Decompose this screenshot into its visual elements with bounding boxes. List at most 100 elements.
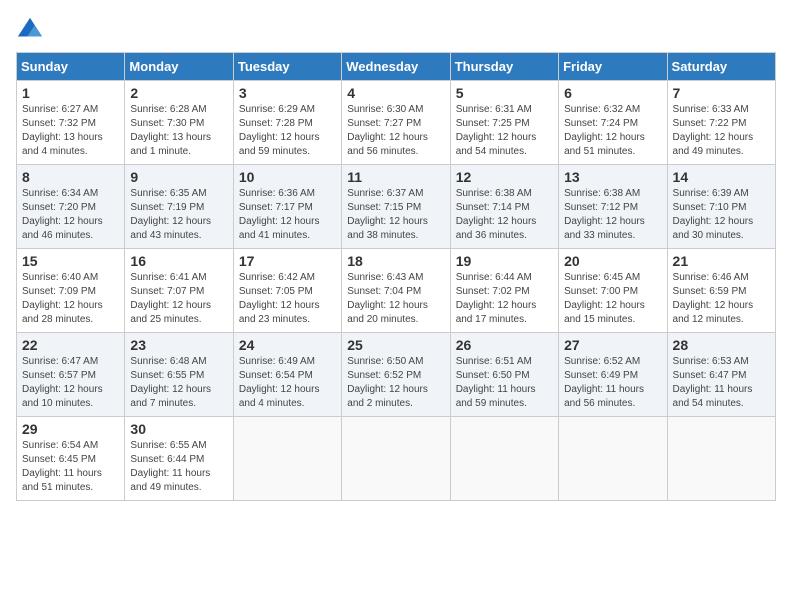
cell-info: Sunrise: 6:40 AMSunset: 7:09 PMDaylight:…	[22, 271, 119, 327]
day-number: 8	[22, 169, 119, 185]
cell-info: Sunrise: 6:50 AMSunset: 6:52 PMDaylight:…	[347, 355, 444, 411]
day-number: 17	[239, 253, 336, 269]
day-number: 18	[347, 253, 444, 269]
calendar-cell: 27 Sunrise: 6:52 AMSunset: 6:49 PMDayligh…	[559, 333, 667, 417]
cell-info: Sunrise: 6:46 AMSunset: 6:59 PMDaylight:…	[673, 271, 770, 327]
day-number: 23	[130, 337, 227, 353]
calendar-cell: 29Sunrise: 6:54 AMSunset: 6:45 PMDayligh…	[17, 417, 125, 501]
calendar-cell: 9 Sunrise: 6:35 AMSunset: 7:19 PMDaylight…	[125, 165, 233, 249]
calendar-cell: 14 Sunrise: 6:39 AMSunset: 7:10 PMDayligh…	[667, 165, 775, 249]
day-number: 4	[347, 85, 444, 101]
cell-info: Sunrise: 6:42 AMSunset: 7:05 PMDaylight:…	[239, 271, 336, 327]
day-number: 25	[347, 337, 444, 353]
calendar-cell: 2 Sunrise: 6:28 AMSunset: 7:30 PMDaylight…	[125, 81, 233, 165]
cell-info: Sunrise: 6:38 AMSunset: 7:12 PMDaylight:…	[564, 187, 661, 243]
day-number: 12	[456, 169, 553, 185]
day-header-sunday: Sunday	[17, 53, 125, 81]
day-number: 10	[239, 169, 336, 185]
cell-info: Sunrise: 6:31 AMSunset: 7:25 PMDaylight:…	[456, 103, 553, 159]
calendar-cell: 3 Sunrise: 6:29 AMSunset: 7:28 PMDaylight…	[233, 81, 341, 165]
day-number: 6	[564, 85, 661, 101]
calendar-cell: 19 Sunrise: 6:44 AMSunset: 7:02 PMDayligh…	[450, 249, 558, 333]
day-number: 20	[564, 253, 661, 269]
cell-info: Sunrise: 6:29 AMSunset: 7:28 PMDaylight:…	[239, 103, 336, 159]
day-number: 26	[456, 337, 553, 353]
cell-info: Sunrise: 6:55 AMSunset: 6:44 PMDaylight:…	[130, 439, 227, 495]
day-header-friday: Friday	[559, 53, 667, 81]
calendar-cell: 25 Sunrise: 6:50 AMSunset: 6:52 PMDayligh…	[342, 333, 450, 417]
day-number: 24	[239, 337, 336, 353]
calendar-cell: 22 Sunrise: 6:47 AMSunset: 6:57 PMDayligh…	[17, 333, 125, 417]
calendar-cell: 7 Sunrise: 6:33 AMSunset: 7:22 PMDaylight…	[667, 81, 775, 165]
day-number: 28	[673, 337, 770, 353]
cell-info: Sunrise: 6:32 AMSunset: 7:24 PMDaylight:…	[564, 103, 661, 159]
day-number: 15	[22, 253, 119, 269]
cell-info: Sunrise: 6:45 AMSunset: 7:00 PMDaylight:…	[564, 271, 661, 327]
calendar-cell: 5 Sunrise: 6:31 AMSunset: 7:25 PMDaylight…	[450, 81, 558, 165]
day-number: 21	[673, 253, 770, 269]
cell-info: Sunrise: 6:34 AMSunset: 7:20 PMDaylight:…	[22, 187, 119, 243]
calendar-cell: 23Sunrise: 6:48 AMSunset: 6:55 PMDayligh…	[125, 333, 233, 417]
day-number: 22	[22, 337, 119, 353]
cell-info: Sunrise: 6:53 AMSunset: 6:47 PMDaylight:…	[673, 355, 770, 411]
day-number: 3	[239, 85, 336, 101]
calendar-cell	[559, 417, 667, 501]
logo-icon	[16, 16, 44, 44]
calendar-cell: 16 Sunrise: 6:41 AMSunset: 7:07 PMDayligh…	[125, 249, 233, 333]
day-number: 27	[564, 337, 661, 353]
page-header	[16, 16, 776, 44]
cell-info: Sunrise: 6:33 AMSunset: 7:22 PMDaylight:…	[673, 103, 770, 159]
cell-info: Sunrise: 6:27 AMSunset: 7:32 PMDaylight:…	[22, 103, 119, 159]
calendar-cell	[342, 417, 450, 501]
calendar-cell	[233, 417, 341, 501]
calendar-cell	[450, 417, 558, 501]
calendar-cell: 1 Sunrise: 6:27 AMSunset: 7:32 PMDaylight…	[17, 81, 125, 165]
calendar-cell: 10 Sunrise: 6:36 AMSunset: 7:17 PMDayligh…	[233, 165, 341, 249]
day-number: 1	[22, 85, 119, 101]
calendar-week-row: 15 Sunrise: 6:40 AMSunset: 7:09 PMDayligh…	[17, 249, 776, 333]
day-header-wednesday: Wednesday	[342, 53, 450, 81]
cell-info: Sunrise: 6:54 AMSunset: 6:45 PMDaylight:…	[22, 439, 119, 495]
cell-info: Sunrise: 6:41 AMSunset: 7:07 PMDaylight:…	[130, 271, 227, 327]
day-header-thursday: Thursday	[450, 53, 558, 81]
day-number: 2	[130, 85, 227, 101]
cell-info: Sunrise: 6:37 AMSunset: 7:15 PMDaylight:…	[347, 187, 444, 243]
calendar-week-row: 1 Sunrise: 6:27 AMSunset: 7:32 PMDaylight…	[17, 81, 776, 165]
cell-info: Sunrise: 6:35 AMSunset: 7:19 PMDaylight:…	[130, 187, 227, 243]
day-number: 30	[130, 421, 227, 437]
calendar-cell: 20 Sunrise: 6:45 AMSunset: 7:00 PMDayligh…	[559, 249, 667, 333]
cell-info: Sunrise: 6:49 AMSunset: 6:54 PMDaylight:…	[239, 355, 336, 411]
calendar-cell: 13 Sunrise: 6:38 AMSunset: 7:12 PMDayligh…	[559, 165, 667, 249]
calendar-cell: 21 Sunrise: 6:46 AMSunset: 6:59 PMDayligh…	[667, 249, 775, 333]
calendar-week-row: 29Sunrise: 6:54 AMSunset: 6:45 PMDayligh…	[17, 417, 776, 501]
calendar-week-row: 22 Sunrise: 6:47 AMSunset: 6:57 PMDayligh…	[17, 333, 776, 417]
day-number: 11	[347, 169, 444, 185]
day-number: 5	[456, 85, 553, 101]
day-number: 7	[673, 85, 770, 101]
calendar-cell: 11 Sunrise: 6:37 AMSunset: 7:15 PMDayligh…	[342, 165, 450, 249]
day-number: 19	[456, 253, 553, 269]
day-number: 16	[130, 253, 227, 269]
cell-info: Sunrise: 6:39 AMSunset: 7:10 PMDaylight:…	[673, 187, 770, 243]
day-number: 9	[130, 169, 227, 185]
day-number: 14	[673, 169, 770, 185]
day-number: 13	[564, 169, 661, 185]
calendar-cell: 12 Sunrise: 6:38 AMSunset: 7:14 PMDayligh…	[450, 165, 558, 249]
cell-info: Sunrise: 6:36 AMSunset: 7:17 PMDaylight:…	[239, 187, 336, 243]
cell-info: Sunrise: 6:51 AMSunset: 6:50 PMDaylight:…	[456, 355, 553, 411]
cell-info: Sunrise: 6:28 AMSunset: 7:30 PMDaylight:…	[130, 103, 227, 159]
cell-info: Sunrise: 6:52 AMSunset: 6:49 PMDaylight:…	[564, 355, 661, 411]
calendar-cell: 6 Sunrise: 6:32 AMSunset: 7:24 PMDaylight…	[559, 81, 667, 165]
day-header-monday: Monday	[125, 53, 233, 81]
calendar-header-row: SundayMondayTuesdayWednesdayThursdayFrid…	[17, 53, 776, 81]
calendar-cell: 18Sunrise: 6:43 AMSunset: 7:04 PMDayligh…	[342, 249, 450, 333]
cell-info: Sunrise: 6:44 AMSunset: 7:02 PMDaylight:…	[456, 271, 553, 327]
calendar-cell: 28 Sunrise: 6:53 AMSunset: 6:47 PMDayligh…	[667, 333, 775, 417]
calendar-cell: 15 Sunrise: 6:40 AMSunset: 7:09 PMDayligh…	[17, 249, 125, 333]
cell-info: Sunrise: 6:47 AMSunset: 6:57 PMDaylight:…	[22, 355, 119, 411]
calendar-table: SundayMondayTuesdayWednesdayThursdayFrid…	[16, 52, 776, 501]
calendar-cell: 8 Sunrise: 6:34 AMSunset: 7:20 PMDaylight…	[17, 165, 125, 249]
cell-info: Sunrise: 6:30 AMSunset: 7:27 PMDaylight:…	[347, 103, 444, 159]
cell-info: Sunrise: 6:38 AMSunset: 7:14 PMDaylight:…	[456, 187, 553, 243]
logo	[16, 16, 46, 44]
